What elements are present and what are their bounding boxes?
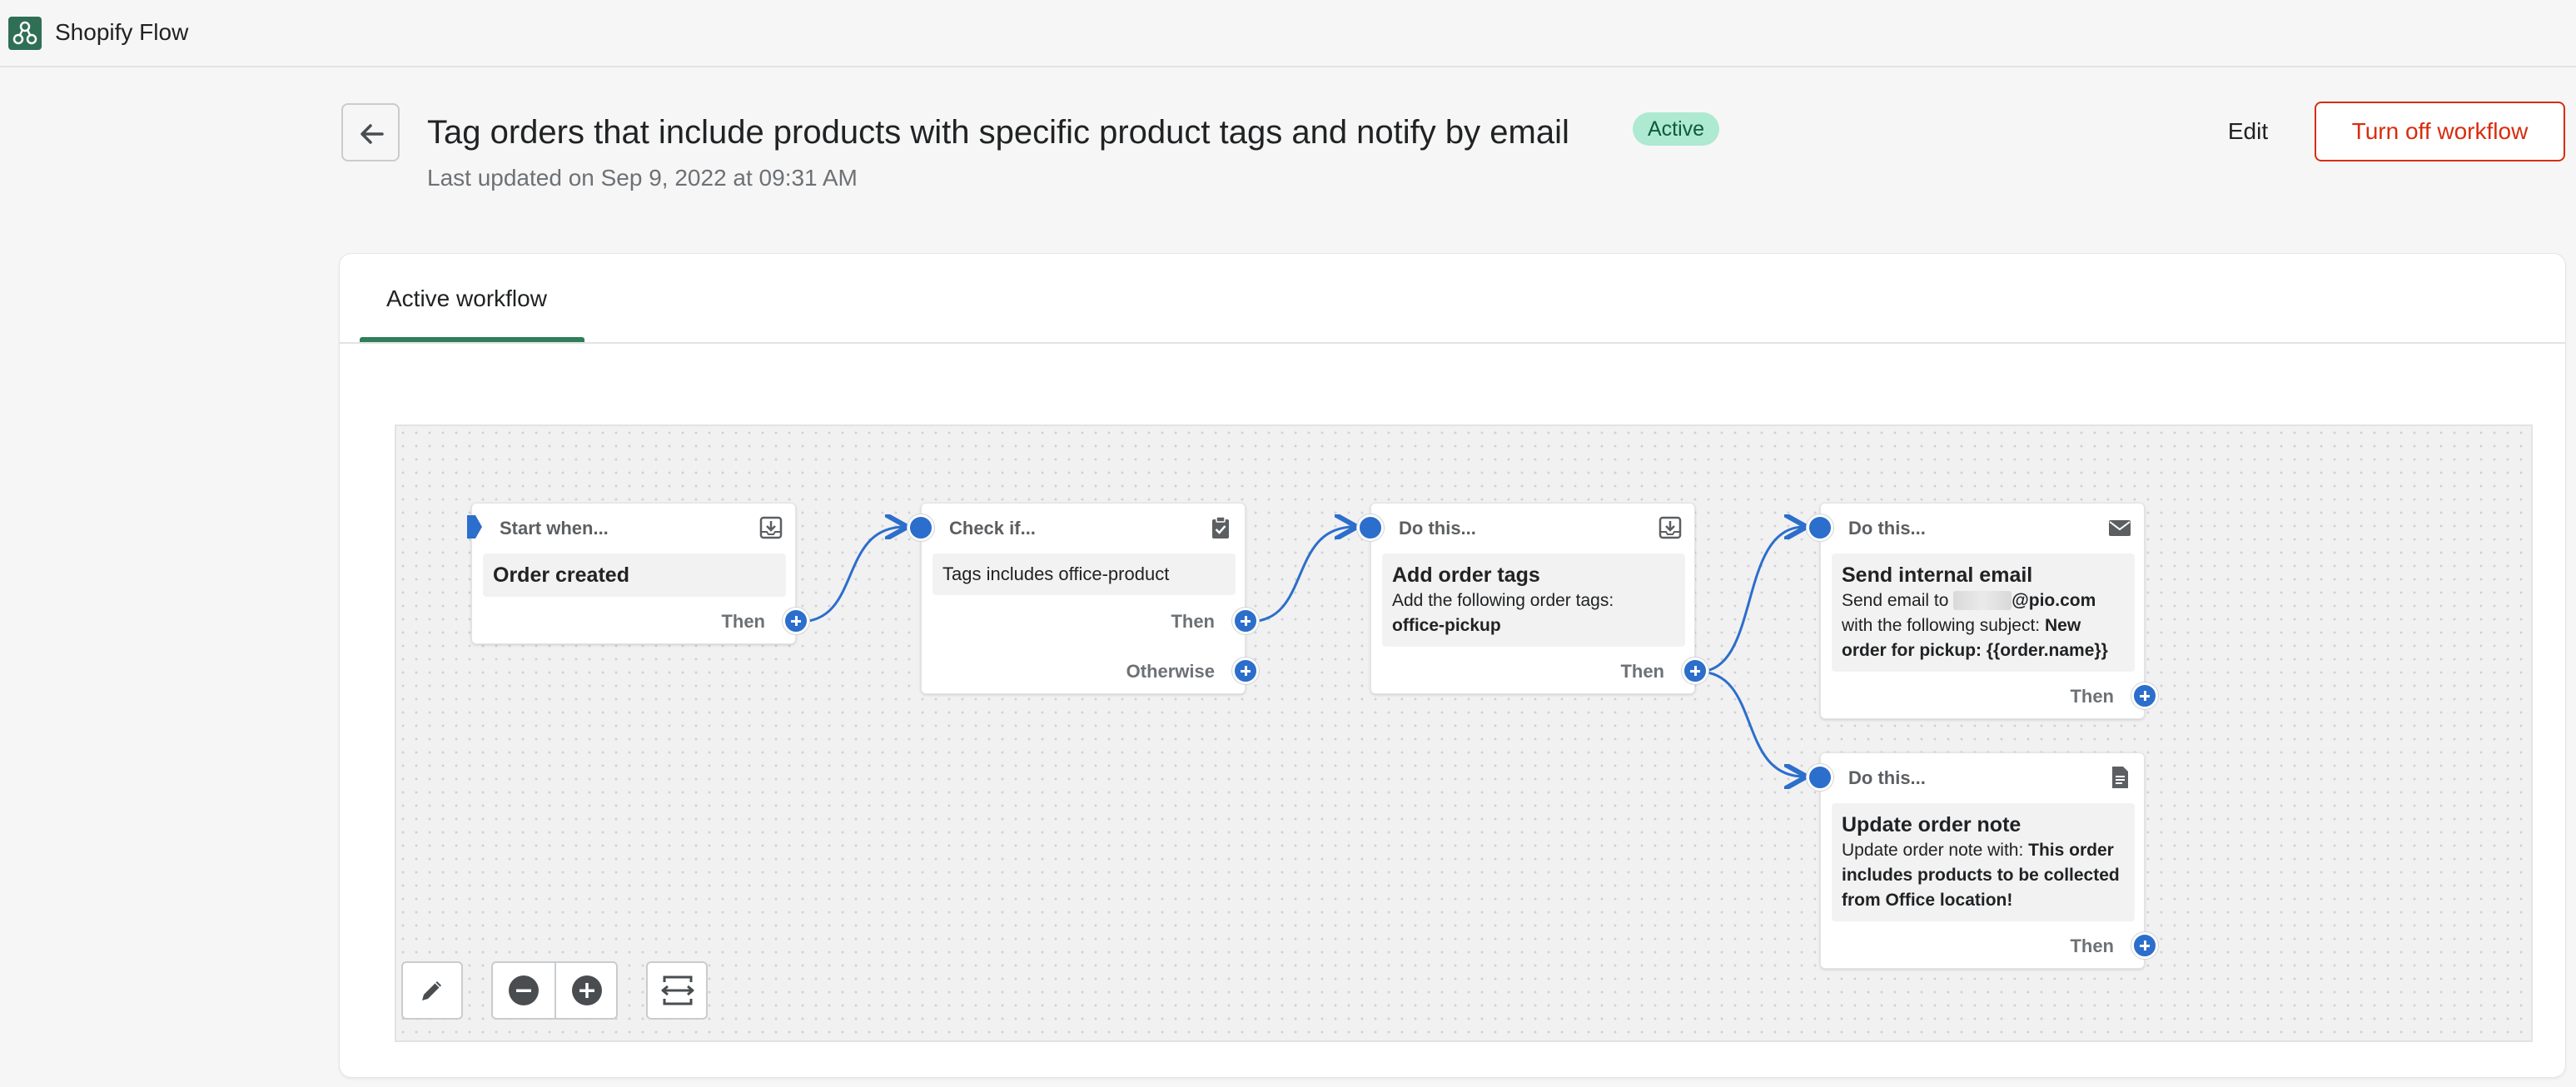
download-icon [759,516,783,539]
update-order-note-node[interactable]: Do this... Update order note Update orde… [1807,752,2158,969]
tab-label: Active workflow [386,285,547,311]
otherwise-label: Otherwise [1126,661,1215,682]
action-text: Add the following order tags: [1392,591,1614,610]
workflow-canvas[interactable]: Start when... Order created Then Check i… [395,424,2533,1042]
then-label: Then [1620,661,1664,682]
zoom-controls [491,961,618,1020]
tab-divider [340,342,2565,344]
fit-to-screen-icon [661,975,694,1005]
action-title: Add order tags [1392,563,1540,587]
top-bar: Shopify Flow [0,0,2576,67]
send-email-node[interactable]: Do this... Send internal email Send emai… [1807,503,2158,719]
add-step-button[interactable] [1682,658,1708,684]
condition-node[interactable]: Check if... Tags includes office-product… [908,503,1259,694]
node-body: Tags includes office-product [932,553,1236,595]
add-then-step-button[interactable] [1232,608,1259,634]
node-body: Order created [483,553,786,597]
arrow-left-icon [361,124,384,144]
trigger-node[interactable]: Start when... Order created Then [467,503,809,644]
node-head: Do this... [1848,767,1926,788]
node-body: Send internal email Send email to suppor… [1832,553,2135,672]
condition-text: Tags includes office-product [942,563,1170,584]
app-title: Shopify Flow [55,19,189,45]
mail-icon [2109,520,2131,536]
node-head: Do this... [1399,518,1476,539]
edit-button[interactable]: Edit [2215,102,2281,161]
node-head: Start when... [500,518,609,539]
pencil-icon [422,981,441,1000]
document-icon [2112,767,2128,788]
zoom-out-button[interactable] [493,963,554,1018]
status-badge: Active [1633,112,1720,146]
node-body: Update order note Update order note with… [1832,803,2135,921]
input-connector [908,514,934,541]
node-head: Check if... [949,518,1036,539]
edit-workflow-button[interactable] [401,961,463,1020]
plus-circle-icon [572,975,602,1005]
then-label: Then [721,611,765,632]
zoom-in-button[interactable] [556,963,618,1018]
redacted-email-user: support [1953,591,2012,610]
action-title: Send internal email [1842,563,2033,587]
workflow-card: Active workflow Start when... Order crea… [340,254,2565,1077]
note-description: Update order note with: This order inclu… [1842,841,2120,910]
action-title: Update order note [1842,813,2022,836]
node-head: Do this... [1848,518,1926,539]
input-connector [1807,764,1833,791]
add-step-button[interactable] [783,608,809,634]
fit-to-screen-button[interactable] [646,961,708,1020]
trigger-title: Order created [493,563,629,587]
last-updated-text: Last updated on Sep 9, 2022 at 09:31 AM [427,165,858,191]
node-body: Add order tags Add the following order t… [1382,553,1685,647]
tab-active-workflow[interactable]: Active workflow [360,254,584,344]
add-otherwise-step-button[interactable] [1232,658,1259,684]
clipboard-check-icon [1212,516,1229,539]
start-marker-icon [467,515,482,539]
input-connector [1357,514,1384,541]
add-order-tags-node[interactable]: Do this... Add order tags Add the follow… [1357,503,1708,694]
page-title: Tag orders that include products with sp… [427,114,1569,151]
turn-off-workflow-button[interactable]: Turn off workflow [2315,102,2565,161]
add-step-button[interactable] [2131,932,2158,959]
then-label: Then [1171,611,1215,632]
download-icon [1658,516,1682,539]
tag-value: office-pickup [1392,616,1501,635]
email-description: Send email to support@pio.com with the f… [1842,591,2108,660]
then-label: Then [2070,936,2114,956]
input-connector [1807,514,1833,541]
add-step-button[interactable] [2131,682,2158,709]
back-button[interactable] [341,103,400,161]
flow-logo-icon [8,17,42,50]
then-label: Then [2070,686,2114,707]
minus-circle-icon [509,975,539,1005]
